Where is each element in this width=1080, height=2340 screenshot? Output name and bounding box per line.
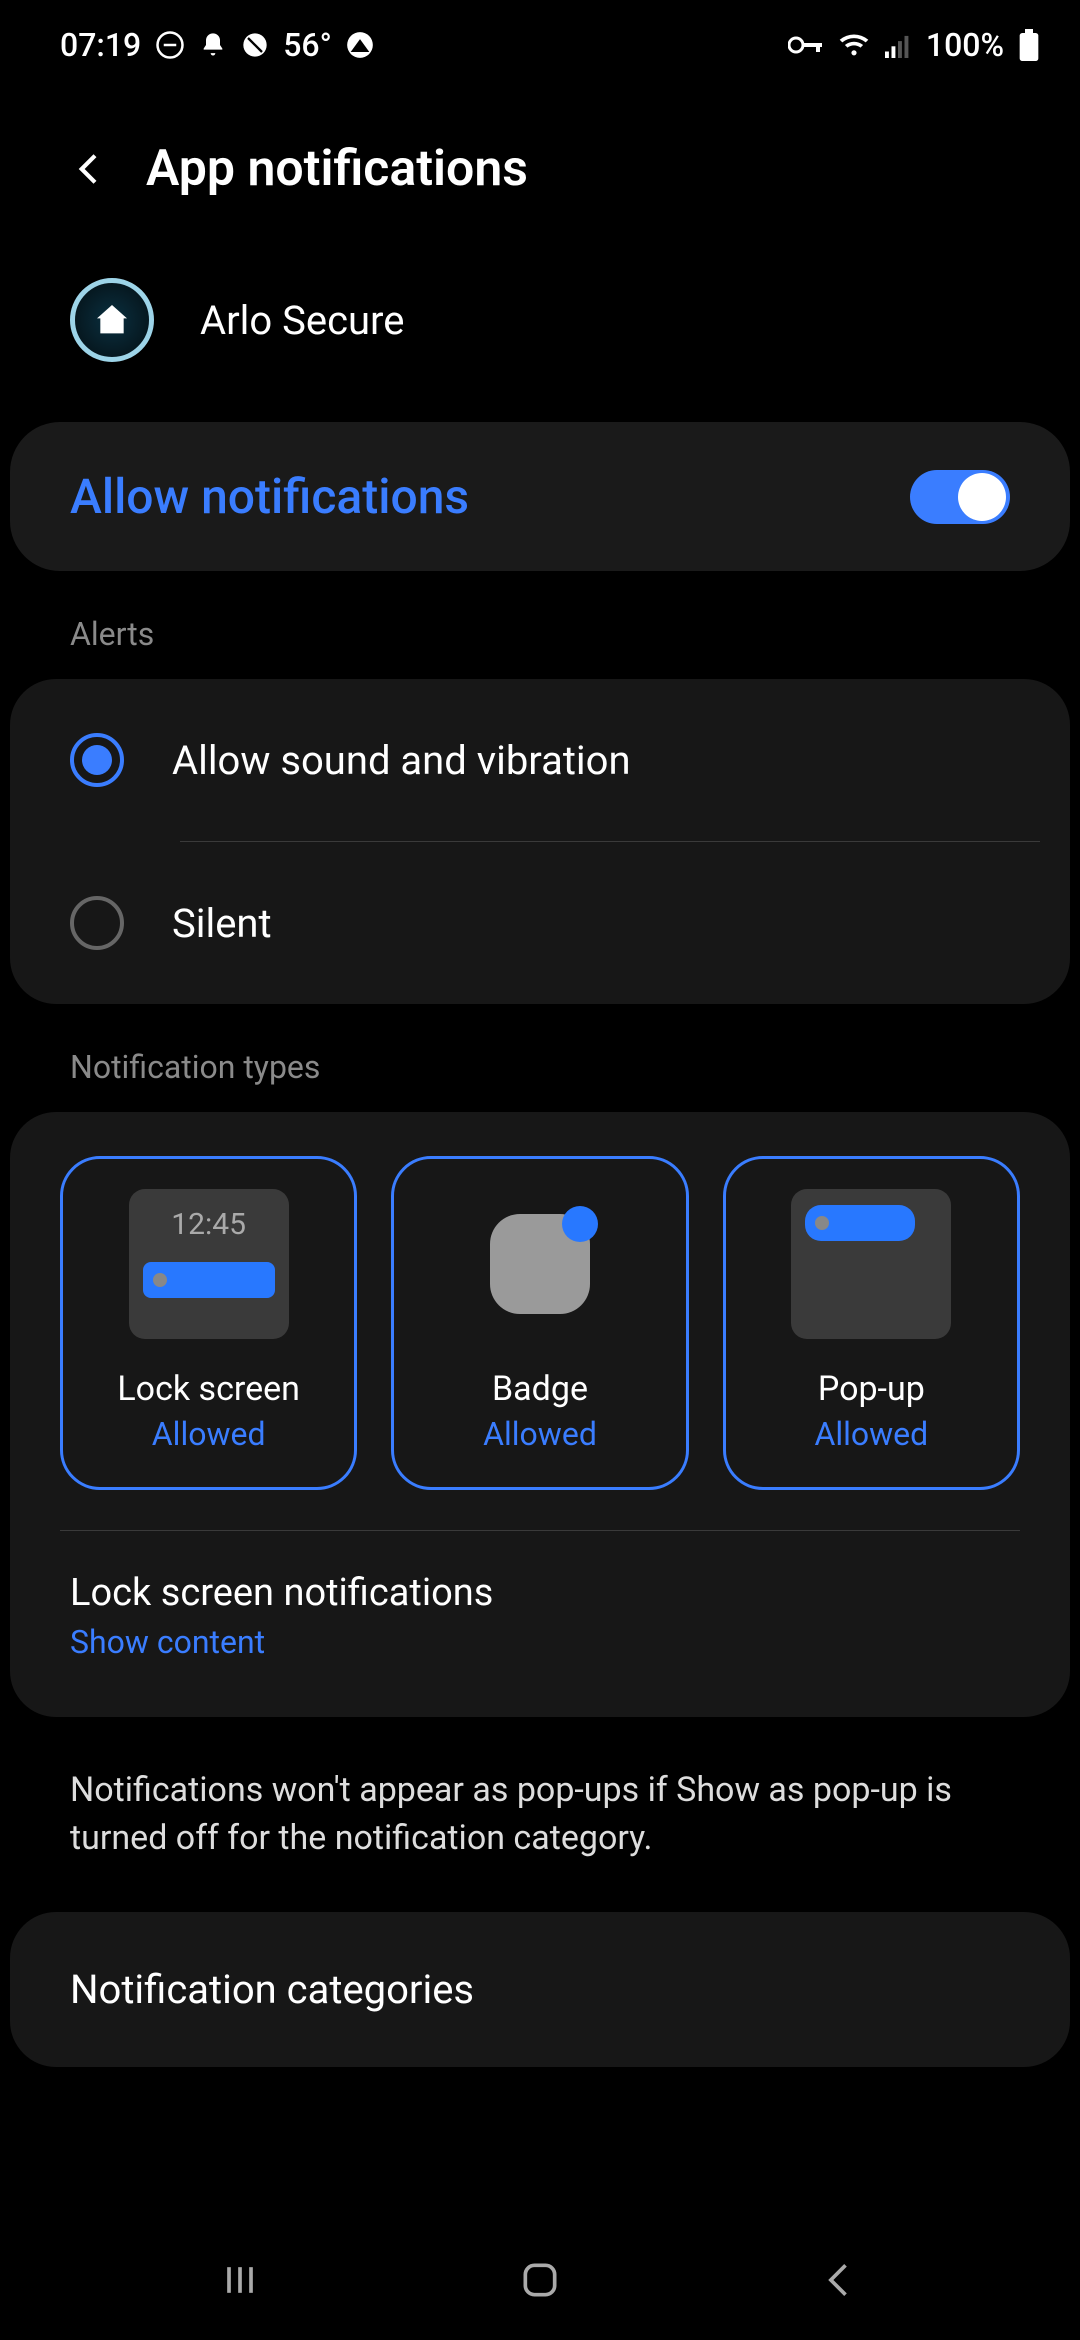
back-button[interactable]: [70, 149, 110, 189]
tile-label: Badge: [492, 1369, 588, 1409]
battery-percent: 100%: [926, 26, 1004, 64]
lock-notif-title: Lock screen notifications: [70, 1571, 1010, 1615]
allow-notifications-label: Allow notifications: [70, 468, 469, 525]
status-temp: 56°: [283, 26, 332, 64]
vpn-app-icon: [346, 31, 374, 59]
no-alarm-icon: [241, 31, 269, 59]
battery-icon: [1018, 29, 1040, 61]
page-title: App notifications: [146, 140, 528, 198]
tile-status: Allowed: [814, 1415, 928, 1453]
alert-option-label: Allow sound and vibration: [172, 737, 631, 784]
toggle-knob: [958, 473, 1006, 521]
tile-label: Pop-up: [818, 1369, 925, 1409]
page-header: App notifications: [0, 80, 1080, 238]
app-row: Arlo Secure: [0, 238, 1080, 422]
navigation-bar: [0, 2220, 1080, 2340]
popup-preview: [791, 1189, 951, 1339]
lock-screen-notifications-row[interactable]: Lock screen notifications Show content: [60, 1571, 1020, 1673]
wifi-icon: [838, 32, 870, 58]
alert-option-label: Silent: [172, 900, 272, 947]
lock-preview-time: 12:45: [143, 1207, 275, 1242]
info-text: Notifications won't appear as pop-ups if…: [0, 1717, 1080, 1912]
tile-label: Lock screen: [117, 1369, 300, 1409]
types-section-header: Notification types: [0, 1004, 1080, 1112]
allow-notifications-row[interactable]: Allow notifications: [10, 422, 1070, 571]
lock-screen-tile[interactable]: 12:45 Lock screen Allowed: [60, 1156, 357, 1490]
home-button[interactable]: [512, 2252, 568, 2308]
tile-status: Allowed: [152, 1415, 266, 1453]
notification-categories-row[interactable]: Notification categories: [10, 1912, 1070, 2067]
badge-tile[interactable]: Badge Allowed: [391, 1156, 688, 1490]
divider: [60, 1530, 1020, 1531]
notification-types-card: 12:45 Lock screen Allowed Badge Allowed: [10, 1112, 1070, 1717]
signal-icon: [884, 32, 912, 58]
back-nav-button[interactable]: [812, 2252, 868, 2308]
recents-button[interactable]: [212, 2252, 268, 2308]
status-time: 07:19: [60, 26, 141, 64]
alert-silent-option[interactable]: Silent: [10, 842, 1070, 1004]
types-row: 12:45 Lock screen Allowed Badge Allowed: [60, 1156, 1020, 1490]
bell-icon: [199, 31, 227, 59]
app-icon: [70, 278, 154, 362]
alerts-card: Allow sound and vibration Silent: [10, 679, 1070, 1004]
allow-notifications-toggle[interactable]: [910, 470, 1010, 524]
radio-unselected-icon: [70, 896, 124, 950]
app-name: Arlo Secure: [200, 297, 404, 344]
status-left: 07:19 56°: [60, 26, 374, 64]
radio-selected-icon: [70, 733, 124, 787]
lock-screen-preview: 12:45: [129, 1189, 289, 1339]
alerts-section-header: Alerts: [0, 571, 1080, 679]
status-right: 100%: [788, 26, 1040, 64]
popup-tile[interactable]: Pop-up Allowed: [723, 1156, 1020, 1490]
tile-status: Allowed: [483, 1415, 597, 1453]
status-bar: 07:19 56° 100%: [0, 0, 1080, 80]
badge-preview: [460, 1189, 620, 1339]
lock-notif-sub: Show content: [70, 1623, 1010, 1661]
categories-label: Notification categories: [70, 1966, 1010, 2013]
dnd-icon: [155, 30, 185, 60]
key-icon: [788, 35, 824, 55]
alert-sound-vibration-option[interactable]: Allow sound and vibration: [10, 679, 1070, 841]
